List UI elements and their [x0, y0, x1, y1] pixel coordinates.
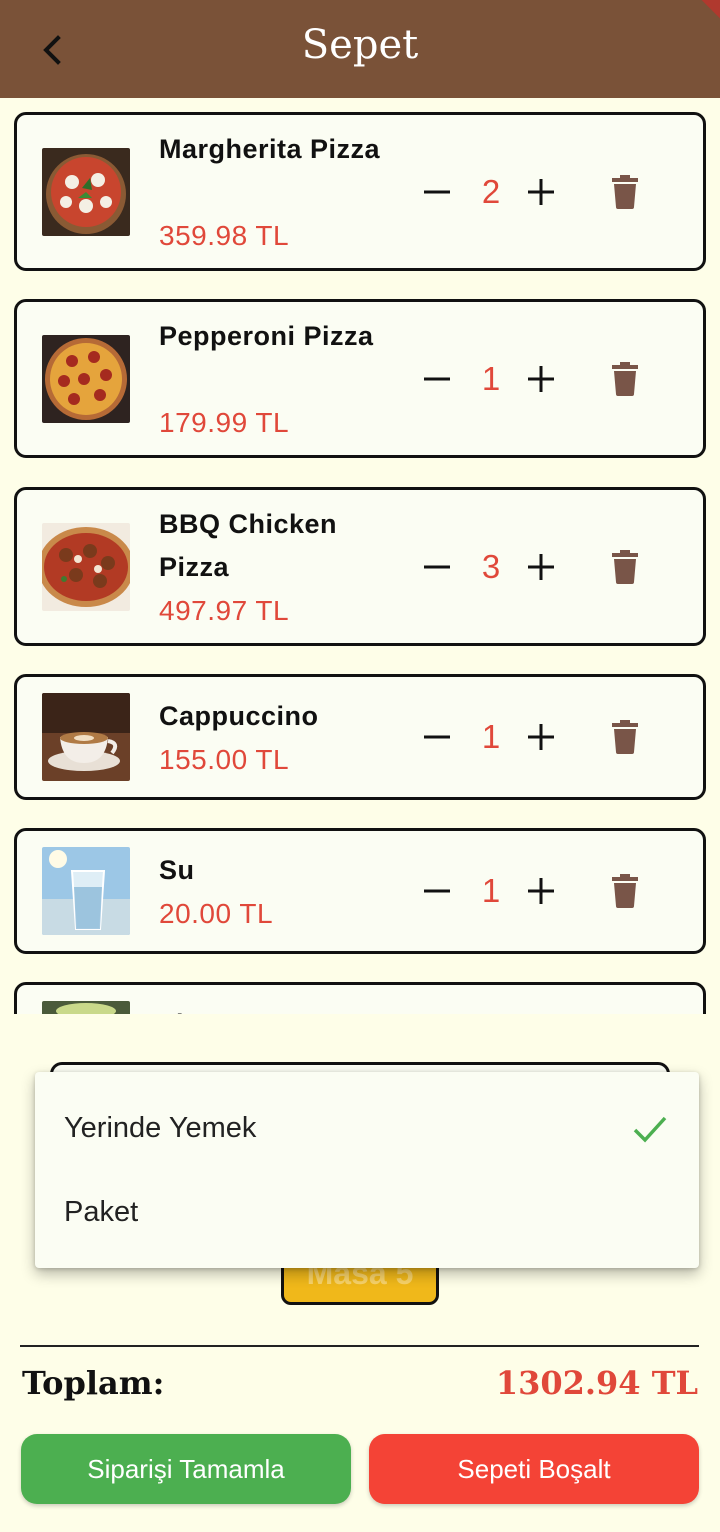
quantity-stepper: 1 — [417, 707, 567, 767]
item-name: Cappuccino — [159, 701, 319, 731]
increase-quantity-button[interactable] — [521, 537, 561, 597]
complete-order-button[interactable]: Siparişi Tamamla — [21, 1434, 351, 1504]
total-label: Toplam: — [22, 1364, 165, 1402]
decrease-quantity-button[interactable] — [417, 707, 457, 767]
plus-icon — [528, 724, 554, 750]
increase-quantity-button[interactable] — [521, 349, 561, 409]
plus-icon — [528, 878, 554, 904]
minus-icon — [424, 735, 450, 739]
page-title: Sepet — [301, 22, 419, 68]
item-quantity: 1 — [481, 360, 501, 397]
margherita-pizza-image — [42, 148, 130, 236]
item-price: 20.00 TL — [159, 898, 274, 929]
cart-item: BBQ Chicken Pizza 497.97 TL 3 — [14, 487, 706, 646]
plus-icon — [528, 554, 554, 580]
order-type-menu: Yerinde Yemek Paket — [35, 1072, 699, 1268]
quantity-stepper: 1 — [417, 861, 567, 921]
trash-icon — [612, 874, 638, 908]
item-name: Pepperoni Pizza — [159, 321, 374, 351]
cart-item: Pepperoni Pizza 179.99 TL 1 — [14, 299, 706, 458]
item-name: Limonata — [159, 1003, 399, 1014]
water-glass-image — [42, 847, 130, 935]
item-quantity: 1 — [481, 872, 501, 909]
quantity-stepper: 3 — [417, 537, 567, 597]
lemonade-image — [42, 1001, 130, 1014]
increase-quantity-button[interactable] — [521, 162, 561, 222]
item-price: 497.97 TL — [159, 595, 290, 626]
delete-item-button[interactable] — [605, 707, 645, 767]
plus-icon — [528, 366, 554, 392]
cart-item: Margherita Pizza 359.98 TL 2 — [14, 112, 706, 271]
plus-icon — [528, 179, 554, 205]
delete-item-button[interactable] — [605, 349, 645, 409]
item-quantity: 3 — [481, 548, 501, 585]
cappuccino-image — [42, 693, 130, 781]
divider — [20, 1345, 699, 1347]
bbq-chicken-pizza-image — [42, 523, 130, 611]
minus-icon — [424, 190, 450, 194]
quantity-stepper: 2 — [417, 162, 567, 222]
cart-item: Su 20.00 TL 1 — [14, 828, 706, 954]
minus-icon — [424, 377, 450, 381]
item-name: BBQ Chicken Pizza — [159, 509, 338, 582]
total-value: 1302.94 TL — [495, 1364, 698, 1402]
cart-list[interactable]: Margherita Pizza 359.98 TL 2 Pepperoni P… — [0, 98, 720, 1014]
item-quantity: 1 — [481, 718, 501, 755]
delete-item-button[interactable] — [605, 537, 645, 597]
cart-item: Cappuccino 155.00 TL 1 — [14, 674, 706, 800]
minus-icon — [424, 565, 450, 569]
app-bar: Sepet — [0, 0, 720, 98]
item-name: Su — [159, 855, 195, 885]
trash-icon — [612, 175, 638, 209]
delete-item-button[interactable] — [605, 162, 645, 222]
check-icon — [633, 1116, 667, 1143]
cart-item: Limonata — [14, 982, 706, 1014]
minus-icon — [424, 889, 450, 893]
menu-item-dine-in[interactable]: Yerinde Yemek — [64, 1112, 256, 1145]
pepperoni-pizza-image — [42, 335, 130, 423]
quantity-stepper: 1 — [417, 349, 567, 409]
menu-item-takeaway[interactable]: Paket — [64, 1196, 138, 1229]
decrease-quantity-button[interactable] — [417, 162, 457, 222]
trash-icon — [612, 720, 638, 754]
increase-quantity-button[interactable] — [521, 861, 561, 921]
trash-icon — [612, 362, 638, 396]
item-price: 359.98 TL — [159, 220, 290, 251]
item-quantity: 2 — [481, 173, 501, 210]
decrease-quantity-button[interactable] — [417, 537, 457, 597]
decrease-quantity-button[interactable] — [417, 349, 457, 409]
clear-cart-button[interactable]: Sepeti Boşalt — [369, 1434, 699, 1504]
item-price: 155.00 TL — [159, 744, 290, 775]
item-price: 179.99 TL — [159, 407, 290, 438]
decrease-quantity-button[interactable] — [417, 861, 457, 921]
item-name: Margherita Pizza — [159, 134, 381, 164]
trash-icon — [612, 550, 638, 584]
increase-quantity-button[interactable] — [521, 707, 561, 767]
delete-item-button[interactable] — [605, 861, 645, 921]
